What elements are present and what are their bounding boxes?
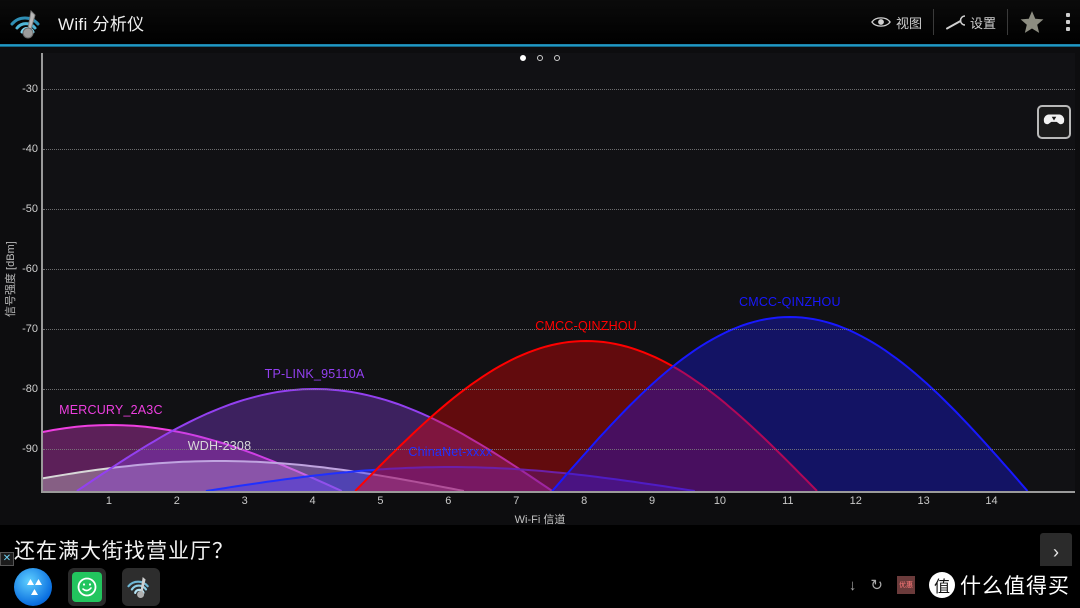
x-tick-label: 14 <box>985 495 998 507</box>
eye-icon <box>871 13 891 31</box>
y-axis-ticks: -30 -40 -50 -60 -70 -80 -90 <box>0 47 38 525</box>
view-button-label: 视图 <box>895 15 922 31</box>
overflow-menu-icon[interactable] <box>1056 7 1080 37</box>
x-tick-label: 5 <box>377 495 384 507</box>
gamepad-icon <box>1043 112 1065 133</box>
chart-plot-area[interactable]: MERCURY_2A3C WDH-2308 TP-LINK_95110A ChinaN… <box>41 53 1075 493</box>
network-ssid-label[interactable]: MERCURY_2A3C <box>59 403 163 417</box>
wifi-channel-chart: 信号强度 [dBm] -30 -40 -50 -60 -70 -80 -90 MERCURY… <box>0 47 1080 526</box>
ad-dot-0[interactable] <box>520 55 526 61</box>
bottom-dock: ↓ ↻ 优惠 值 什么值得买 <box>0 566 1080 608</box>
network-ssid-label[interactable]: CMCC-QINZHOU <box>739 295 841 309</box>
x-tick-label: 3 <box>241 495 248 507</box>
ad-dot-2[interactable] <box>554 55 560 61</box>
y-tick-label: -30 <box>22 83 38 95</box>
x-tick-label: 9 <box>648 495 656 507</box>
star-icon <box>1019 9 1045 35</box>
network-ssid-label[interactable]: WDH-2308 <box>188 439 251 453</box>
wifi-analyzer-screen: Wifi 分析仪 视图 设置 信号强度 [dBm] -30 -40 -50 -6… <box>0 0 1080 608</box>
x-tick-label: 10 <box>713 495 727 507</box>
network-ssid-label[interactable]: TP-LINK_95110A <box>265 367 365 381</box>
ad-headline: 还在满大街找营业厅？ <box>14 540 234 563</box>
gridline <box>43 209 1075 210</box>
x-tick-label: 8 <box>581 495 588 507</box>
view-button[interactable]: 视图 <box>860 7 933 37</box>
smzdm-text: 什么值得买 <box>960 575 1070 598</box>
y-tick-label: -40 <box>22 143 38 155</box>
y-tick-label: -50 <box>22 203 38 215</box>
favorite-button[interactable] <box>1008 7 1056 37</box>
settings-button[interactable]: 设置 <box>934 7 1007 37</box>
x-tick-label: 6 <box>445 495 452 507</box>
y-tick-label: -80 <box>22 383 38 395</box>
network-ssid-label[interactable]: ChinaNet-xxxx <box>408 445 492 459</box>
y-tick-label: -70 <box>22 323 38 335</box>
x-tick-label: 13 <box>917 495 930 507</box>
ad-close-button[interactable]: ✕ <box>0 552 14 566</box>
wifi-analyzer-logo-icon <box>8 4 52 40</box>
gridline <box>43 269 1075 270</box>
x-tick-label: 12 <box>849 495 862 507</box>
refresh-icon[interactable]: ↻ <box>870 576 883 594</box>
titlebar-actions: 视图 设置 <box>860 0 1080 44</box>
app-store-icon[interactable] <box>14 568 52 606</box>
title-bar: Wifi 分析仪 视图 设置 <box>0 0 1080 44</box>
smzdm-badge: 值 <box>929 572 955 598</box>
y-tick-label: -60 <box>22 263 38 275</box>
ad-dot-1[interactable] <box>537 55 543 61</box>
settings-button-label: 设置 <box>969 15 996 31</box>
ad-page-indicator[interactable] <box>0 55 1080 61</box>
gridline <box>43 89 1075 90</box>
gamepad-icon-button[interactable] <box>1037 105 1071 139</box>
promo-badge-icon[interactable]: 优惠 <box>897 576 915 594</box>
x-tick-label: 2 <box>173 495 180 507</box>
smzdm-watermark: 值 什么值得买 <box>929 570 1070 600</box>
green-clock-icon[interactable] <box>68 568 106 606</box>
page-title: Wifi 分析仪 <box>58 14 145 34</box>
gridline <box>43 389 1075 390</box>
x-tick-label: 11 <box>782 495 794 507</box>
x-tick-label: 7 <box>513 495 520 507</box>
x-tick-label: 4 <box>309 495 316 507</box>
network-ssid-label[interactable]: CMCC-QINZHOU <box>535 319 637 333</box>
gridline <box>43 149 1075 150</box>
dock-right-icons: ↓ ↻ 优惠 值 什么值得买 <box>849 570 1070 600</box>
y-tick-label: -90 <box>22 443 38 455</box>
wifi-analyzer-icon[interactable] <box>122 568 160 606</box>
download-icon[interactable]: ↓ <box>849 577 857 594</box>
x-axis-ticks: 1 2 3 4 5 6 7 8 9 10 11 12 13 14 <box>41 495 1075 511</box>
wrench-icon <box>945 13 966 31</box>
x-tick-label: 1 <box>105 495 112 507</box>
